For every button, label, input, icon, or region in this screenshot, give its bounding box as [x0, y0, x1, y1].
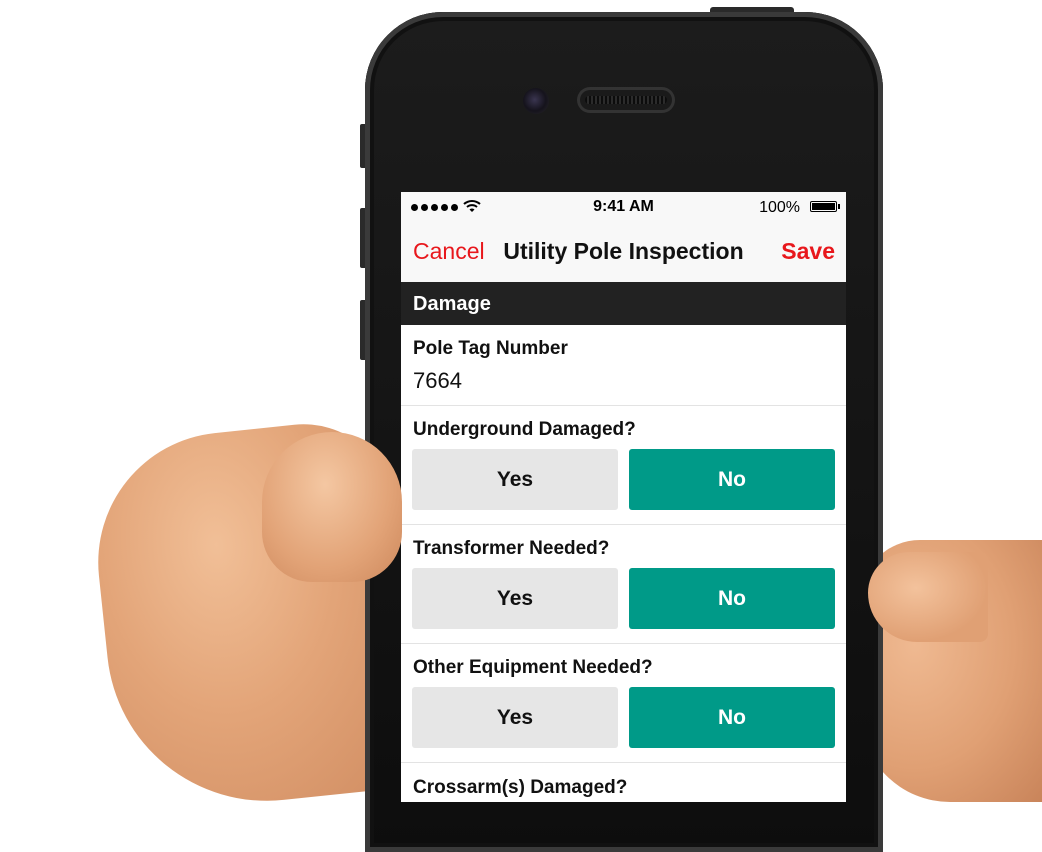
crossarm-damaged-label: Crossarm(s) Damaged? — [413, 777, 628, 798]
battery-icon — [810, 201, 840, 212]
transformer-yes-button[interactable]: Yes — [412, 568, 618, 629]
other-equipment-label: Other Equipment Needed? — [413, 657, 653, 678]
battery-percent: 100% — [759, 199, 800, 216]
transformer-no-button[interactable]: No — [629, 568, 835, 629]
hand-finger — [868, 552, 988, 642]
other-equipment-no-button[interactable]: No — [629, 687, 835, 748]
form-content: Pole Tag Number 7664 Underground Damaged… — [401, 325, 846, 802]
app-screen: 9:41 AM 100% Cancel Utility Pole Inspect… — [401, 192, 846, 802]
status-bar: 9:41 AM 100% — [401, 192, 846, 222]
save-button[interactable]: Save — [781, 238, 835, 265]
page-title: Utility Pole Inspection — [503, 238, 744, 264]
thumb-tip — [262, 432, 402, 582]
crossarm-damaged-field: Crossarm(s) Damaged? — [401, 763, 846, 802]
earpiece-speaker — [577, 87, 675, 113]
section-header-damage: Damage — [401, 282, 846, 325]
navigation-bar: Cancel Utility Pole Inspection Save — [401, 222, 846, 282]
other-equipment-field: Other Equipment Needed? Yes No — [401, 644, 846, 763]
underground-damaged-label: Underground Damaged? — [413, 419, 636, 440]
pole-tag-label: Pole Tag Number — [413, 338, 568, 359]
underground-damaged-field: Underground Damaged? Yes No — [401, 406, 846, 525]
transformer-needed-label: Transformer Needed? — [413, 538, 610, 559]
pole-tag-field[interactable]: Pole Tag Number 7664 — [401, 325, 846, 406]
pole-tag-value[interactable]: 7664 — [413, 368, 462, 394]
other-equipment-yes-button[interactable]: Yes — [412, 687, 618, 748]
transformer-needed-field: Transformer Needed? Yes No — [401, 525, 846, 644]
underground-yes-button[interactable]: Yes — [412, 449, 618, 510]
front-camera-icon — [523, 88, 549, 114]
underground-no-button[interactable]: No — [629, 449, 835, 510]
